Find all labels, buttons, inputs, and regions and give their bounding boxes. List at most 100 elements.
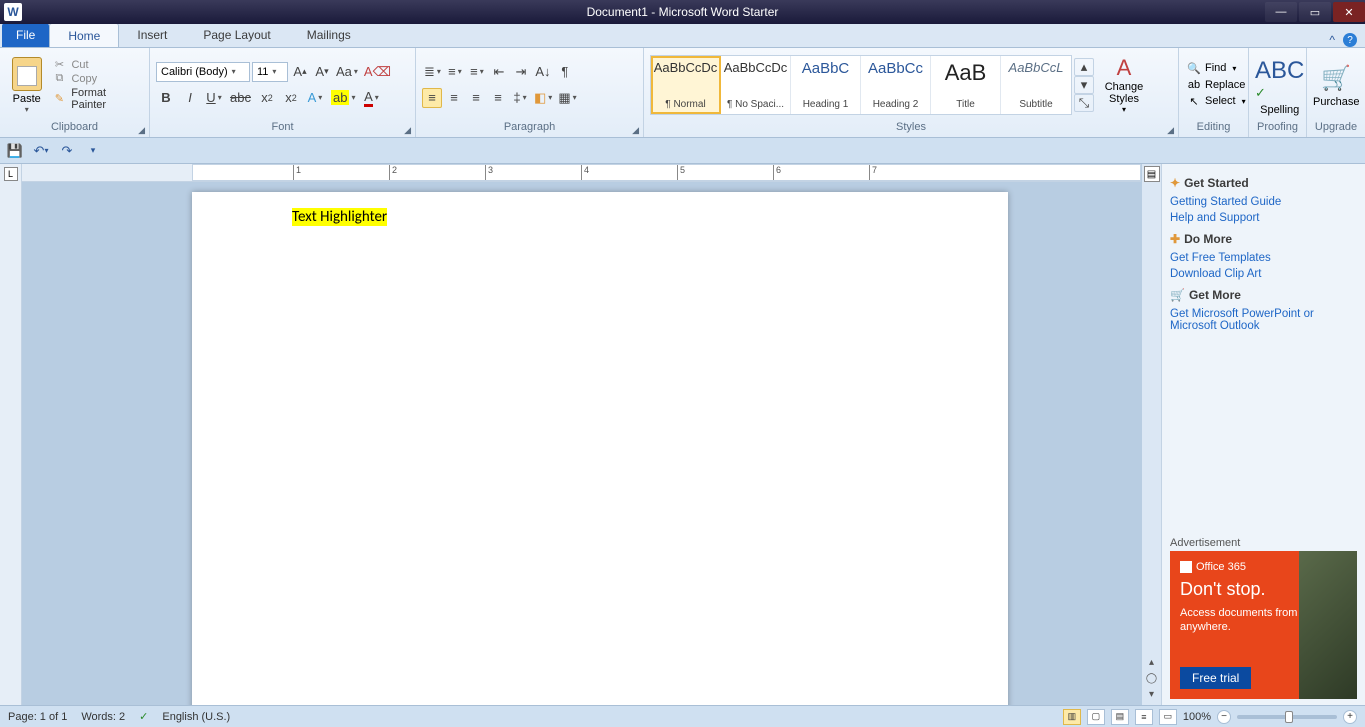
find-button[interactable]: 🔍Find▾ bbox=[1185, 61, 1248, 76]
proofing-status-icon[interactable]: ✓ bbox=[139, 710, 148, 723]
zoom-level[interactable]: 100% bbox=[1183, 711, 1211, 723]
change-styles-button[interactable]: A Change Styles ▾ bbox=[1098, 55, 1150, 114]
view-full-screen-button[interactable]: ▢ bbox=[1087, 709, 1105, 725]
text-effects-button[interactable]: A▾ bbox=[305, 88, 325, 108]
window-title: Document1 - Microsoft Word Starter bbox=[587, 5, 779, 19]
font-launcher[interactable]: ◢ bbox=[404, 125, 411, 136]
qat-save-button[interactable]: 💾 bbox=[6, 142, 24, 160]
bold-button[interactable]: B bbox=[156, 88, 176, 108]
help-icon[interactable]: ? bbox=[1343, 33, 1357, 47]
zoom-slider[interactable] bbox=[1237, 715, 1337, 719]
zoom-out-button[interactable]: − bbox=[1217, 710, 1231, 724]
underline-button[interactable]: U▾ bbox=[204, 88, 224, 108]
style-heading-2[interactable]: AaBbCcHeading 2 bbox=[861, 56, 931, 114]
superscript-button[interactable]: x2 bbox=[281, 88, 301, 108]
purchase-button[interactable]: 🛒 Purchase bbox=[1313, 61, 1359, 108]
view-print-layout-button[interactable]: ▥ bbox=[1063, 709, 1081, 725]
tab-page-layout[interactable]: Page Layout bbox=[185, 23, 288, 47]
browse-object-button[interactable]: ◯ bbox=[1145, 671, 1159, 685]
replace-button[interactable]: abReplace bbox=[1185, 78, 1248, 92]
paste-icon bbox=[12, 57, 42, 91]
qat-customize-button[interactable]: ▾ bbox=[84, 142, 102, 160]
select-button[interactable]: ↖Select▾ bbox=[1185, 94, 1248, 109]
status-page[interactable]: Page: 1 of 1 bbox=[8, 711, 67, 723]
sort-button[interactable]: A↓ bbox=[533, 62, 553, 82]
document-page[interactable]: Text Highlighter bbox=[192, 192, 1008, 705]
clipboard-launcher[interactable]: ◢ bbox=[138, 125, 145, 136]
spelling-button[interactable]: ABC✓ Spelling bbox=[1255, 54, 1304, 116]
styles-scroll-up[interactable]: ▴ bbox=[1074, 58, 1094, 76]
link-download-clip-art[interactable]: Download Clip Art bbox=[1170, 268, 1357, 280]
font-size-combo[interactable]: 11▾ bbox=[252, 62, 288, 82]
status-language[interactable]: English (U.S.) bbox=[162, 711, 230, 723]
styles-expand[interactable]: ⤡ bbox=[1074, 94, 1094, 112]
scroll-down-button[interactable]: ▾ bbox=[1145, 687, 1159, 701]
paste-button[interactable]: Paste ▾ bbox=[6, 55, 47, 114]
strikethrough-button[interactable]: abc bbox=[228, 88, 253, 108]
link-get-free-templates[interactable]: Get Free Templates bbox=[1170, 252, 1357, 264]
tab-mailings[interactable]: Mailings bbox=[289, 23, 369, 47]
show-marks-button[interactable]: ¶ bbox=[555, 62, 575, 82]
ruler-toggle-button[interactable]: ▤ bbox=[1144, 166, 1160, 182]
style-title[interactable]: AaBTitle bbox=[931, 56, 1001, 114]
scroll-up-button[interactable]: ▴ bbox=[1145, 655, 1159, 669]
style-no-spacing[interactable]: AaBbCcDc¶ No Spaci... bbox=[721, 56, 791, 114]
ad-cta-button[interactable]: Free trial bbox=[1180, 667, 1251, 689]
tab-insert[interactable]: Insert bbox=[119, 23, 185, 47]
advertisement[interactable]: Office 365 Don't stop. Access documents … bbox=[1170, 551, 1357, 699]
font-color-button[interactable]: A▾ bbox=[361, 88, 381, 108]
change-case-button[interactable]: Aa▾ bbox=[334, 62, 360, 82]
subscript-button[interactable]: x2 bbox=[257, 88, 277, 108]
minimize-button[interactable]: — bbox=[1265, 2, 1297, 22]
link-help-and-support[interactable]: Help and Support bbox=[1170, 212, 1357, 224]
view-web-layout-button[interactable]: ▤ bbox=[1111, 709, 1129, 725]
multilevel-list-button[interactable]: ≡▾ bbox=[467, 62, 487, 82]
cut-button[interactable]: ✂Cut bbox=[51, 59, 143, 71]
horizontal-ruler[interactable]: 1 2 3 4 5 6 7 bbox=[22, 164, 1141, 182]
grow-font-button[interactable]: A▴ bbox=[290, 62, 310, 82]
borders-button[interactable]: ▦▾ bbox=[556, 88, 578, 108]
clear-formatting-button[interactable]: A⌫ bbox=[362, 62, 393, 82]
decrease-indent-button[interactable]: ⇤ bbox=[489, 62, 509, 82]
style-subtitle[interactable]: AaBbCcLSubtitle bbox=[1001, 56, 1071, 114]
document-scroll-area[interactable]: Text Highlighter bbox=[22, 182, 1141, 705]
plus-icon: ✚ bbox=[1170, 232, 1180, 246]
zoom-in-button[interactable]: + bbox=[1343, 710, 1357, 724]
justify-button[interactable]: ≡ bbox=[488, 88, 508, 108]
bullets-button[interactable]: ≣▾ bbox=[422, 62, 443, 82]
close-button[interactable]: ✕ bbox=[1333, 2, 1365, 22]
tab-home[interactable]: Home bbox=[49, 23, 119, 47]
tab-file[interactable]: File bbox=[2, 23, 49, 47]
copy-button[interactable]: ⧉Copy bbox=[51, 73, 143, 85]
ribbon-minimize-icon[interactable]: ^ bbox=[1329, 33, 1335, 47]
tab-selector[interactable]: L bbox=[4, 167, 18, 181]
italic-button[interactable]: I bbox=[180, 88, 200, 108]
highlight-color-button[interactable]: ab▾ bbox=[329, 88, 357, 108]
format-painter-button[interactable]: ✎Format Painter bbox=[51, 87, 143, 111]
view-outline-button[interactable]: ≡ bbox=[1135, 709, 1153, 725]
status-words[interactable]: Words: 2 bbox=[81, 711, 125, 723]
shrink-font-button[interactable]: A▾ bbox=[312, 62, 332, 82]
maximize-button[interactable]: ▭ bbox=[1299, 2, 1331, 22]
ribbon-tabs: File Home Insert Page Layout Mailings ^ … bbox=[0, 24, 1365, 48]
styles-scroll-down[interactable]: ▾ bbox=[1074, 76, 1094, 94]
line-spacing-button[interactable]: ‡▾ bbox=[510, 88, 530, 108]
align-center-button[interactable]: ≡ bbox=[444, 88, 464, 108]
align-left-button[interactable]: ≡ bbox=[422, 88, 442, 108]
document-text[interactable]: Text Highlighter bbox=[292, 208, 387, 226]
numbering-button[interactable]: ≡▾ bbox=[445, 62, 465, 82]
style-heading-1[interactable]: AaBbCHeading 1 bbox=[791, 56, 861, 114]
view-draft-button[interactable]: ▭ bbox=[1159, 709, 1177, 725]
shading-button[interactable]: ◧▾ bbox=[532, 88, 554, 108]
font-family-combo[interactable]: Calibri (Body)▾ bbox=[156, 62, 250, 82]
link-getting-started-guide[interactable]: Getting Started Guide bbox=[1170, 196, 1357, 208]
styles-launcher[interactable]: ◢ bbox=[1167, 125, 1174, 136]
align-right-button[interactable]: ≡ bbox=[466, 88, 486, 108]
qat-redo-button[interactable]: ↷ bbox=[58, 142, 76, 160]
qat-undo-button[interactable]: ↶▾ bbox=[32, 142, 50, 160]
link-get-powerpoint-outlook[interactable]: Get Microsoft PowerPoint or Microsoft Ou… bbox=[1170, 308, 1357, 332]
increase-indent-button[interactable]: ⇥ bbox=[511, 62, 531, 82]
style-normal[interactable]: AaBbCcDc¶ Normal bbox=[651, 56, 721, 114]
paragraph-launcher[interactable]: ◢ bbox=[632, 125, 639, 136]
styles-gallery[interactable]: AaBbCcDc¶ Normal AaBbCcDc¶ No Spaci... A… bbox=[650, 55, 1072, 115]
